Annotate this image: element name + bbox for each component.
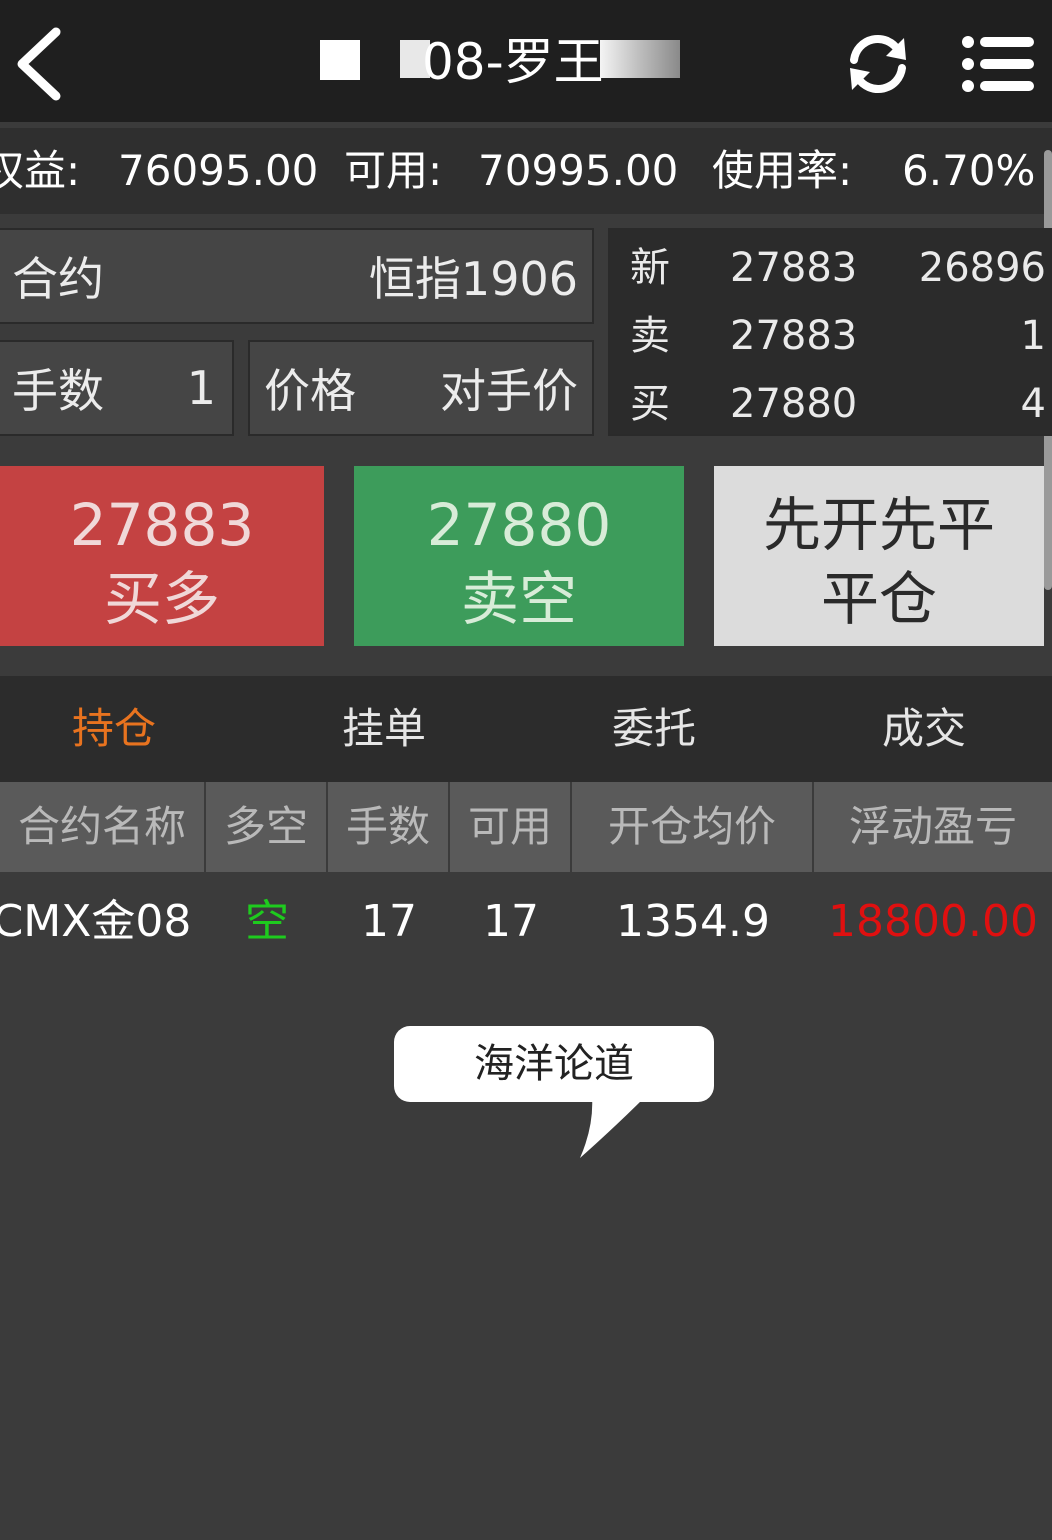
column-header-direction[interactable]: 多空 (206, 782, 328, 872)
top-bar: 08-罗王 (0, 0, 1052, 122)
bubble-tail (580, 1096, 646, 1158)
watermark-bubble: 海洋论道 (394, 1026, 714, 1102)
position-available: 17 (483, 896, 539, 947)
equity-label: 权益: (0, 146, 81, 195)
lots-value: 1 (186, 361, 216, 415)
account-summary: 权益: 76095.00 可用: 70995.00 使用率: 6.70% (0, 128, 1052, 214)
position-lots: 17 (361, 896, 417, 947)
menu-list-icon[interactable] (960, 34, 1036, 94)
buy-long-button[interactable]: 27883 买多 (0, 466, 324, 646)
tab-bar: 持仓 挂单 委托 成交 (0, 676, 1052, 782)
tab-orders[interactable]: 委托 (554, 676, 754, 782)
column-header-contract[interactable]: 合约名称 (0, 782, 206, 872)
quote-row-last: 新 27883 26896 (610, 238, 1052, 298)
buy-price: 27883 (69, 491, 255, 559)
sell-short-button[interactable]: 27880 卖空 (354, 466, 684, 646)
quote-label: 新 (630, 245, 670, 291)
quote-qty: 4 (1020, 381, 1046, 427)
column-header-available[interactable]: 可用 (450, 782, 572, 872)
table-row[interactable]: CMX金08 空 17 17 1354.9 18800.00 (0, 872, 1052, 972)
column-header-avg-price[interactable]: 开仓均价 (572, 782, 814, 872)
quote-qty: 26896 (918, 245, 1046, 291)
positions-table-header: 合约名称 多空 手数 可用 开仓均价 浮动盈亏 (0, 782, 1052, 872)
quote-label: 买 (630, 381, 670, 427)
quote-row-bid: 买 27880 4 (610, 374, 1052, 434)
quote-panel: 新 27883 26896 卖 27883 1 买 27880 4 (608, 228, 1052, 436)
close-label: 平仓 (820, 565, 937, 633)
quote-row-ask: 卖 27883 1 (610, 306, 1052, 366)
quote-price: 27883 (730, 313, 858, 359)
lots-label: 手数 (12, 364, 104, 418)
tab-pending-orders[interactable]: 挂单 (284, 676, 484, 782)
quote-qty: 1 (1020, 313, 1046, 359)
price-label: 价格 (264, 364, 356, 418)
usage-value: 6.70% (902, 146, 1036, 195)
available-value: 70995.00 (478, 146, 679, 195)
lots-field[interactable]: 手数 1 (0, 340, 234, 436)
contract-selector[interactable]: 合约 恒指1906 (0, 228, 594, 324)
position-avg-price: 1354.9 (616, 896, 770, 947)
contract-label: 合约 (12, 252, 104, 306)
position-direction: 空 (245, 896, 289, 947)
price-type-value: 对手价 (440, 364, 578, 418)
available-label: 可用: (344, 146, 443, 195)
sell-label: 卖空 (460, 565, 577, 633)
quote-price: 27883 (730, 245, 858, 291)
column-header-lots[interactable]: 手数 (328, 782, 450, 872)
column-header-pnl[interactable]: 浮动盈亏 (814, 782, 1052, 872)
equity-value: 76095.00 (118, 146, 319, 195)
usage-label: 使用率: (712, 146, 853, 195)
tab-trades[interactable]: 成交 (824, 676, 1024, 782)
account-title: 08-罗王 (240, 30, 710, 94)
position-pnl: 18800.00 (828, 896, 1038, 947)
close-mode-label: 先开先平 (762, 491, 995, 559)
tab-positions[interactable]: 持仓 (14, 676, 214, 782)
buy-label: 买多 (103, 565, 220, 633)
refresh-icon[interactable] (844, 30, 912, 98)
quote-label: 卖 (630, 313, 670, 359)
contract-value: 恒指1906 (368, 252, 578, 306)
close-position-button[interactable]: 先开先平 平仓 (714, 466, 1044, 646)
back-arrow-icon[interactable] (10, 26, 70, 102)
account-title-text: 08-罗王 (422, 33, 604, 91)
position-contract: CMX金08 (0, 896, 192, 947)
quote-price: 27880 (730, 381, 858, 427)
price-type-selector[interactable]: 价格 对手价 (248, 340, 594, 436)
sell-price: 27880 (426, 491, 612, 559)
